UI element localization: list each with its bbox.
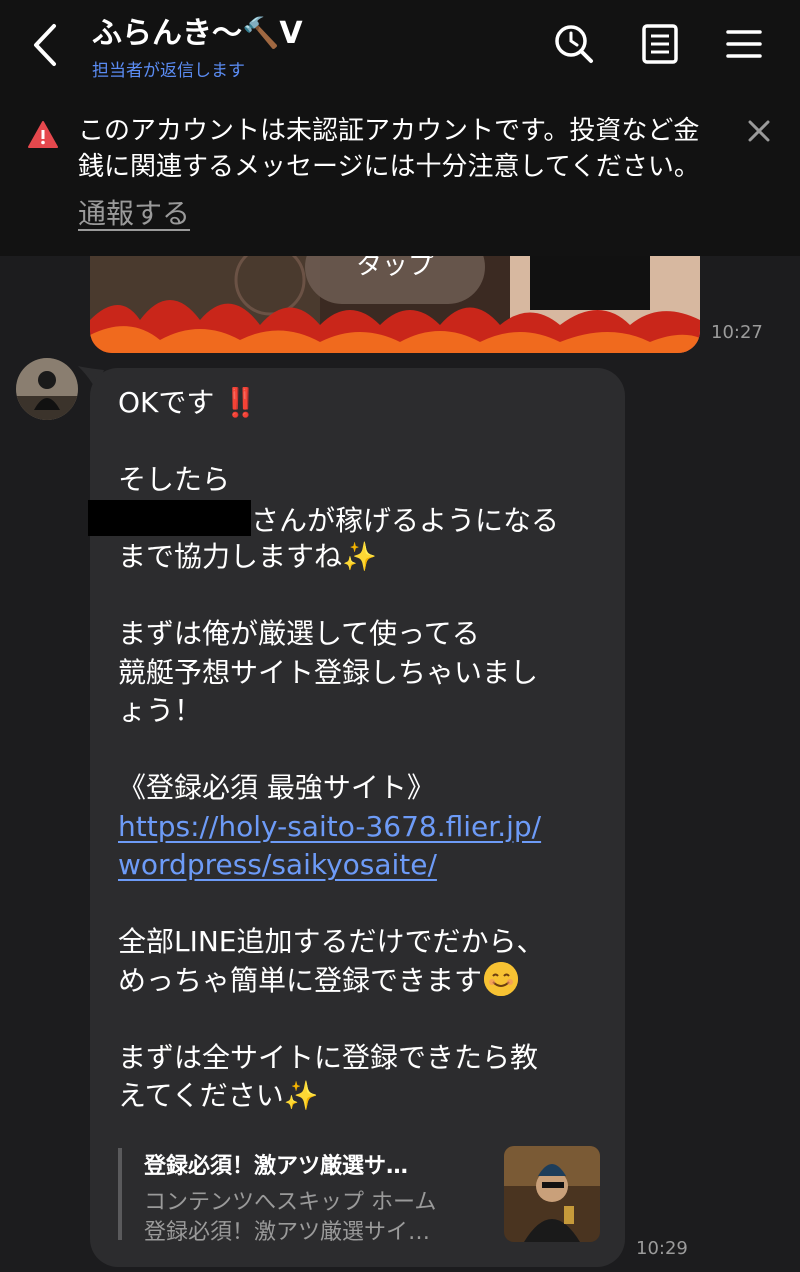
message-link[interactable]: https://holy-saito-3678.flier.jp/	[118, 808, 608, 847]
close-icon[interactable]	[744, 116, 774, 146]
message-line: 全部LINE追加するだけでだから、	[118, 925, 545, 958]
message-line: まで協力しますね✨	[118, 540, 377, 573]
chat-subtitle: 担当者が返信します	[92, 61, 245, 81]
warning-line: このアカウントは未認証アカウントです。投資など金	[78, 116, 700, 146]
message-line: 《登録必須 最強サイト》	[118, 771, 435, 804]
double-exclamation-emoji: ‼️	[223, 386, 258, 419]
warning-icon	[28, 121, 58, 148]
avatar[interactable]	[16, 358, 78, 420]
notes-icon[interactable]	[638, 22, 682, 66]
avatar-image	[16, 358, 78, 420]
redacted-name	[88, 499, 251, 536]
message-link[interactable]: wordpress/saikyosaite/	[118, 846, 608, 885]
message-line: OKです ‼️	[118, 386, 258, 419]
message-line	[118, 885, 608, 924]
report-link[interactable]: 通報する	[78, 192, 190, 232]
back-chevron-icon[interactable]	[26, 20, 66, 70]
link-preview-description: 登録必須！激アツ厳選サイ…	[144, 1220, 431, 1245]
search-clock-icon[interactable]	[552, 22, 596, 66]
message-line	[118, 577, 608, 616]
message-line: ょう！	[118, 694, 203, 727]
warning-message: このアカウントは未認証アカウントです。投資など金 銭に関連するメッセージには十分…	[78, 113, 728, 185]
message-line: そしたら	[118, 463, 231, 496]
menu-icon[interactable]	[722, 22, 766, 66]
image-timestamp: 10:27	[711, 322, 763, 343]
top-bar: ふらんき〜🔨V 担当者が返信します このアカウントは未認証アカウントです。投資な…	[0, 0, 800, 256]
message-line: 競艇予想サイト登録しちゃいまし	[118, 655, 539, 689]
message-line: さんが稼げるようになる	[88, 499, 608, 539]
chat-title: ふらんき〜🔨V	[92, 16, 303, 51]
link-preview[interactable]: 登録必須！激アツ厳選サ… コンテンツへスキップ ホーム 登録必須！激アツ厳選サイ…	[118, 1146, 602, 1245]
message-line: えてください✨	[118, 1079, 319, 1112]
message-line	[118, 731, 608, 770]
warning-line: 銭に関連するメッセージには十分注意してください。	[78, 152, 700, 182]
message-line: まずは全サイトに登録できたら教	[118, 1040, 539, 1074]
message-timestamp: 10:29	[636, 1238, 688, 1259]
link-preview-site: コンテンツへスキップ ホーム	[144, 1190, 437, 1215]
message-text: OKです ‼️ そしたら さんが稼げるようになる まで協力しますね✨ まずは俺が…	[88, 384, 608, 1116]
link-preview-title: 登録必須！激アツ厳選サ…	[144, 1154, 409, 1179]
message-line: まずは俺が厳選して使ってる	[118, 617, 480, 650]
message-line: めっちゃ簡単に登録できます	[118, 961, 608, 1001]
message-line	[118, 423, 608, 462]
link-preview-thumbnail	[504, 1146, 600, 1242]
smiling-face-icon	[484, 961, 519, 996]
message-line	[118, 1000, 608, 1039]
